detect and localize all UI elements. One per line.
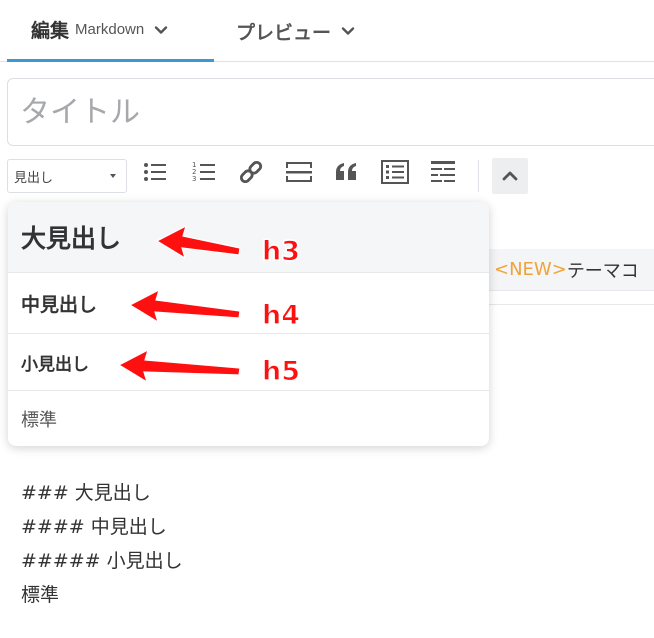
link-button[interactable] [236, 157, 266, 187]
heading-dropdown-menu: 大見出し 中見出し 小見出し 標準 [8, 202, 489, 446]
menu-item-label: 標準 [21, 409, 57, 431]
horizontal-rule-icon [286, 162, 312, 182]
menu-item-label: 中見出し [21, 293, 98, 316]
divider [488, 304, 654, 305]
tab-preview-label: プレビュー [236, 21, 332, 44]
title-input[interactable] [20, 89, 620, 135]
heading-select[interactable]: 見出し [7, 159, 127, 193]
tab-edit-label: 編集 [31, 20, 70, 42]
chevron-up-icon [502, 171, 518, 181]
svg-text:3: 3 [192, 175, 196, 183]
collapse-toolbar-button[interactable] [492, 158, 528, 194]
tab-preview[interactable]: プレビュー [236, 0, 355, 62]
quote-button[interactable] [332, 157, 362, 187]
title-field [7, 78, 654, 146]
menu-item-h3[interactable]: 大見出し [8, 202, 489, 273]
bullet-list-icon [144, 163, 166, 181]
menu-item-label: 小見出し [21, 354, 89, 375]
caret-down-icon [110, 174, 116, 178]
editor-line: 標準 [21, 584, 60, 606]
annotation-label-h3: h3 [261, 236, 301, 268]
quote-icon [336, 163, 356, 180]
tab-edit-sublabel: Markdown [75, 21, 145, 38]
menu-item-h5[interactable]: 小見出し [8, 334, 489, 391]
editor-line: ##### 小見出し [21, 550, 183, 572]
numbered-list-button[interactable]: 1 2 3 [189, 157, 219, 187]
toolbar-divider [478, 160, 479, 192]
table-button[interactable] [428, 157, 458, 187]
tab-edit[interactable]: 編集 Markdown [7, 0, 214, 62]
heading-select-value: 見出し [14, 170, 54, 186]
markdown-editor-content[interactable]: ### 大見出し #### 中見出し ##### 小見出し 標準 [21, 476, 183, 612]
checklist-button[interactable] [380, 157, 410, 187]
checklist-icon [381, 160, 409, 184]
new-tag: <NEW> [494, 259, 567, 280]
editor-line: #### 中見出し [21, 516, 167, 538]
side-text: テーマコ [566, 260, 639, 282]
menu-item-label: 大見出し [21, 224, 122, 253]
annotation-label-h4: h4 [261, 300, 301, 332]
horizontal-rule-button[interactable] [284, 157, 314, 187]
numbered-list-icon: 1 2 3 [192, 161, 215, 183]
bullet-list-button[interactable] [140, 157, 170, 187]
annotation-label-h5: h5 [261, 356, 301, 388]
editor-line: ### 大見出し [21, 482, 151, 504]
editor-side-line: <NEW> テーマコ [488, 249, 654, 291]
menu-item-normal[interactable]: 標準 [8, 391, 489, 446]
chevron-down-icon[interactable] [154, 23, 168, 37]
table-icon [431, 161, 455, 182]
editor-tabs: 編集 Markdown プレビュー [0, 0, 654, 62]
chevron-down-icon[interactable] [341, 24, 355, 38]
link-icon [239, 160, 263, 184]
menu-item-h4[interactable]: 中見出し [8, 273, 489, 334]
